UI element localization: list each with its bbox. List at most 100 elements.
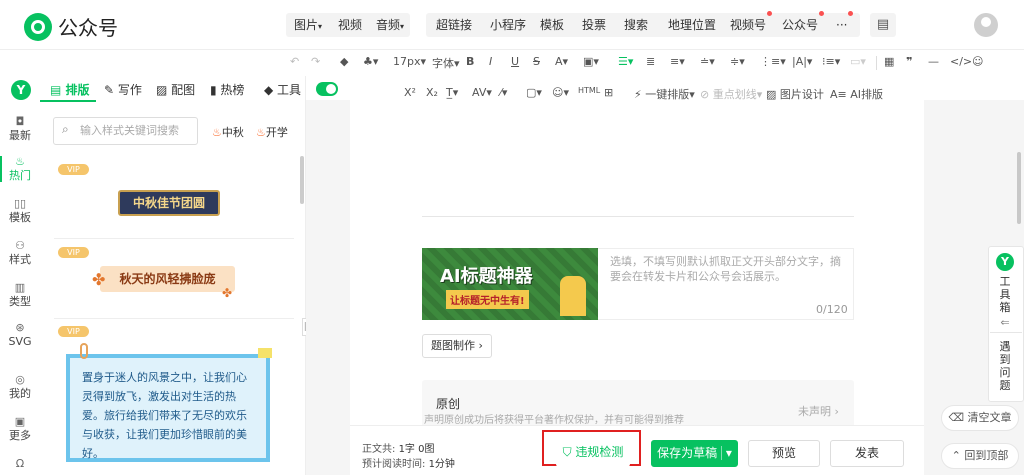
menu-audio[interactable]: 音频▾ — [370, 13, 410, 37]
indent-icon[interactable]: ≣ — [646, 55, 655, 68]
emoji-icon[interactable]: ☺ — [972, 55, 983, 68]
subscript-icon[interactable]: X₂ — [426, 86, 438, 99]
user-icon: ◎ — [15, 373, 25, 386]
rail-item-svg[interactable]: ⊛ SVG — [0, 322, 40, 348]
save-draft-button[interactable]: 保存为草稿 ▾ — [651, 440, 738, 467]
rail-item-mine[interactable]: ◎ 我的 — [0, 374, 40, 400]
font-color-icon[interactable]: A▾ — [555, 55, 568, 68]
menu-more[interactable]: ··· — [830, 11, 854, 37]
align-left-icon[interactable]: ☰▾ — [618, 55, 633, 68]
character-spacing-icon[interactable]: AV▾ — [472, 86, 492, 99]
rail-item-more[interactable]: ▣ 更多 — [0, 416, 40, 442]
template-card-travel[interactable]: 置身于迷人的风景之中，让我们心灵得到放飞，激发出对生活的热爱。旅行给我们带来了无… — [66, 354, 270, 462]
tab-writing[interactable]: ✎ 写作 — [104, 81, 142, 98]
highlight-color-icon[interactable]: ▣▾ — [583, 55, 599, 68]
superscript-icon[interactable]: X² — [404, 86, 416, 99]
rail-item-latest[interactable]: ◘ 最新 — [0, 116, 40, 142]
underline-icon[interactable]: U — [511, 55, 519, 68]
rail-item-hot[interactable]: ♨ 热门 — [0, 156, 40, 182]
menu-video[interactable]: 视频 — [332, 13, 368, 37]
tab-tools[interactable]: ◆ 工具 — [264, 81, 301, 98]
menu-vote[interactable]: 投票 — [576, 13, 612, 37]
code-icon[interactable]: </> — [950, 55, 972, 68]
plugin-logo-icon[interactable]: Y — [996, 253, 1014, 271]
chevron-down-icon: ▾ — [720, 446, 732, 460]
style-search-input[interactable]: 输入样式关键词搜索 — [53, 117, 198, 145]
menu-template[interactable]: 模板 — [534, 13, 570, 37]
undo-icon[interactable]: ↶ — [290, 55, 299, 68]
clear-article-button[interactable]: ⌫ 清空文章 — [941, 405, 1019, 431]
headset-icon[interactable]: Ω — [0, 458, 40, 472]
rail-item-style[interactable]: ⚇ 样式 — [0, 240, 40, 266]
preview-button[interactable]: 预览 — [748, 440, 820, 467]
rail-item-type[interactable]: ▥ 类型 — [0, 282, 40, 308]
menu-location[interactable]: 地理位置 — [662, 13, 722, 37]
table-icon[interactable]: ▦ — [884, 55, 894, 68]
image-frame-icon[interactable]: ▢▾ — [526, 86, 542, 99]
divider-line-icon[interactable]: — — [928, 55, 939, 68]
panel-scrollbar[interactable] — [300, 156, 304, 204]
summary-count: 0/120 — [816, 303, 848, 316]
format-brush-icon[interactable]: ♣▾ — [363, 55, 378, 68]
line-spacing-icon[interactable]: ≐▾ — [700, 55, 715, 68]
cover-make-button[interactable]: 题图制作 › — [422, 334, 492, 358]
align-center-icon[interactable]: ≡▾ — [670, 55, 685, 68]
avatar[interactable] — [974, 13, 998, 37]
cover-image[interactable]: AI标题神器 让标题无中生有! — [422, 248, 598, 320]
toolbox-label[interactable]: 工具箱 — [994, 275, 1016, 314]
hot-tag-school[interactable]: ♨开学 — [256, 124, 288, 140]
font-size-select[interactable]: 17px▾ — [393, 55, 426, 68]
plugin-logo-icon[interactable]: Y — [11, 80, 31, 100]
tab-image[interactable]: ▨ 配图 — [156, 81, 195, 98]
flame-icon: ♨ — [256, 126, 266, 139]
issue-report-label[interactable]: 遇到问题 — [994, 340, 1016, 392]
italic-icon[interactable]: I — [489, 55, 492, 68]
list-indent-icon[interactable]: ⋮≡▾ — [760, 55, 786, 68]
toolbox-icon[interactable]: ⊞ — [604, 86, 613, 99]
bullet-list-icon[interactable]: ⁝≡▾ — [822, 55, 840, 68]
numbered-list-icon[interactable]: ▭▾ — [850, 55, 866, 68]
menu-miniprogram[interactable]: 小程序 — [484, 13, 532, 37]
menu-hyperlink[interactable]: 超链接 — [430, 13, 478, 37]
word-count: 正文共: 1字 0图 — [362, 444, 435, 455]
tab-hot-list[interactable]: ▮ 热榜 — [210, 81, 244, 98]
bold-icon[interactable]: B — [466, 55, 474, 68]
original-status[interactable]: 未声明 › — [798, 403, 839, 419]
editor-scrollbar[interactable] — [1017, 152, 1021, 224]
fire-icon: ♨ — [15, 155, 25, 168]
maple-leaf-icon: ✤ — [92, 270, 106, 289]
menu-search[interactable]: 搜索 — [618, 13, 654, 37]
paragraph-spacing-icon[interactable]: ≑▾ — [730, 55, 745, 68]
tab-layout[interactable]: ▤ 排版 — [50, 81, 90, 98]
publish-button[interactable]: 发表 — [830, 440, 904, 467]
compliance-check-button[interactable]: ⛉ 违规检测 — [556, 440, 630, 467]
redo-icon[interactable]: ↷ — [311, 55, 320, 68]
panel-toggle[interactable] — [316, 82, 338, 96]
template-card-autumn[interactable]: 秋天的风轻拂脸庞 — [100, 266, 235, 292]
read-time: 预计阅读时间: 1分钟 — [362, 459, 455, 470]
template-card-midautumn[interactable]: 中秋佳节团圆 — [118, 190, 220, 216]
menu-channels[interactable]: 视频号 — [724, 11, 773, 37]
document-icon[interactable]: ▤ — [870, 13, 896, 37]
original-title: 原创 — [436, 397, 461, 411]
divider — [54, 318, 294, 319]
menu-image[interactable]: 图片▾ — [288, 13, 328, 37]
cover-subtitle: 让标题无中生有! — [446, 290, 529, 309]
font-family-select[interactable]: 字体▾ — [432, 55, 460, 71]
eraser-icon[interactable]: ◆ — [340, 55, 348, 68]
summary-placeholder: 选填，不填写则默认抓取正文开头部分文字，摘要会在转发卡片和公众号会话展示。 — [610, 255, 841, 283]
arrow-left-icon[interactable]: ⇐ — [994, 316, 1016, 329]
html-icon[interactable]: HTML — [578, 86, 600, 95]
back-to-top-button[interactable]: ⌃ 回到顶部 — [941, 443, 1019, 469]
letter-spacing-icon[interactable]: |A|▾ — [792, 55, 812, 68]
quote-icon[interactable]: ❞ — [906, 55, 912, 68]
clear-format-icon[interactable]: T̲▾ — [446, 86, 458, 99]
hot-tag-midautumn[interactable]: ♨中秋 — [212, 124, 244, 140]
menu-official-account[interactable]: 公众号 — [776, 11, 825, 37]
app-logo[interactable]: 公众号 — [24, 12, 118, 41]
magic-wand-icon[interactable]: ⁄▾ — [500, 86, 507, 99]
rail-item-template[interactable]: ▯▯ 模板 — [0, 198, 40, 224]
strikethrough-icon[interactable]: S — [533, 55, 540, 68]
sticker-icon[interactable]: ☺▾ — [552, 86, 569, 99]
original-desc: 声明原创成功后将获得平台著作权保护，并有可能得到推荐 — [424, 415, 684, 426]
